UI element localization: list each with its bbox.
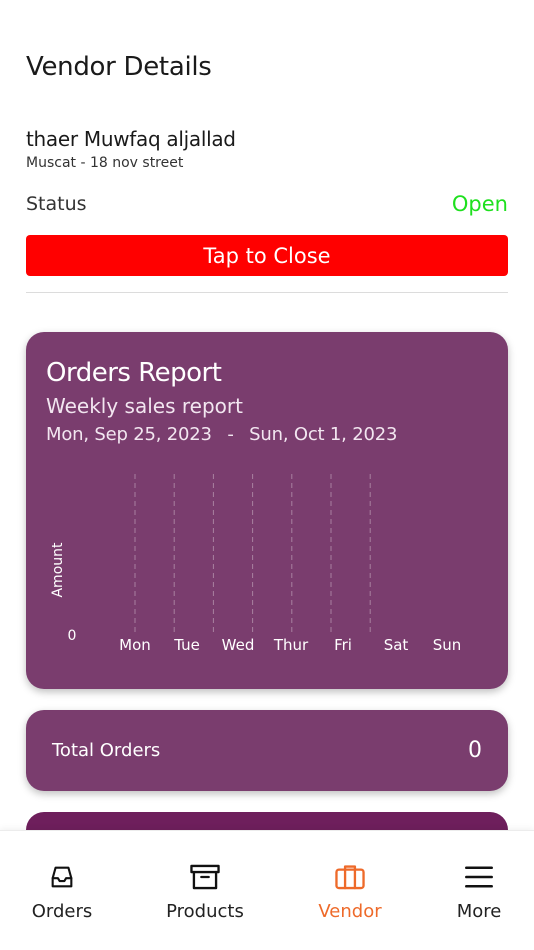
nav-item-products[interactable]: Products xyxy=(138,831,272,950)
status-label: Status xyxy=(26,193,87,215)
report-date-range: Mon, Sep 25, 2023 - Sun, Oct 1, 2023 xyxy=(46,424,397,445)
archive-icon xyxy=(189,861,221,893)
nav-item-orders[interactable]: Orders xyxy=(0,831,129,950)
x-tick-label: Thur xyxy=(273,636,309,654)
x-tick-label: Tue xyxy=(173,636,200,654)
range-start: Mon, Sep 25, 2023 xyxy=(46,424,212,445)
x-tick-label: Mon xyxy=(119,636,151,654)
total-orders-label: Total Orders xyxy=(52,740,161,761)
x-tick-label: Wed xyxy=(222,636,255,654)
divider xyxy=(26,292,508,293)
nav-item-more[interactable]: More xyxy=(412,831,534,950)
nav-label: Orders xyxy=(31,901,93,922)
range-end: Sun, Oct 1, 2023 xyxy=(249,424,398,445)
vendor-address: Muscat - 18 nov street xyxy=(26,155,184,171)
nav-label: Products xyxy=(166,901,244,922)
status-badge: Open xyxy=(451,192,508,216)
nav-item-vendor[interactable]: Vendor xyxy=(283,831,417,950)
report-title: Orders Report xyxy=(46,358,222,388)
tap-to-close-button[interactable]: Tap to Close xyxy=(26,235,508,276)
y-tick-label: 0 xyxy=(68,628,77,644)
briefcase-icon xyxy=(334,861,366,893)
report-subtitle: Weekly sales report xyxy=(46,394,243,418)
total-orders-card: Total Orders 0 xyxy=(26,710,508,791)
nav-label: More xyxy=(456,901,502,922)
vendor-name: thaer Muwfaq aljallad xyxy=(26,127,236,151)
x-tick-label: Sun xyxy=(433,636,462,654)
page-title: Vendor Details xyxy=(26,52,212,82)
status-row: Status Open xyxy=(26,192,508,216)
x-tick-label: Sat xyxy=(384,636,409,654)
y-axis-label: Amount xyxy=(50,542,66,598)
x-tick-label: Fri xyxy=(334,636,352,654)
orders-report-card: Orders Report Weekly sales report Mon, S… xyxy=(26,332,508,689)
inbox-icon xyxy=(46,861,78,893)
bottom-nav: Orders Products Vendor More xyxy=(0,830,534,950)
nav-label: Vendor xyxy=(318,901,382,922)
weekly-orders-chart: Mon Tue Wed Thur Fri Sat Sun 0 Amount xyxy=(50,474,462,654)
total-orders-value: 0 xyxy=(468,738,482,763)
menu-icon xyxy=(463,861,495,893)
range-separator: - xyxy=(227,424,234,445)
